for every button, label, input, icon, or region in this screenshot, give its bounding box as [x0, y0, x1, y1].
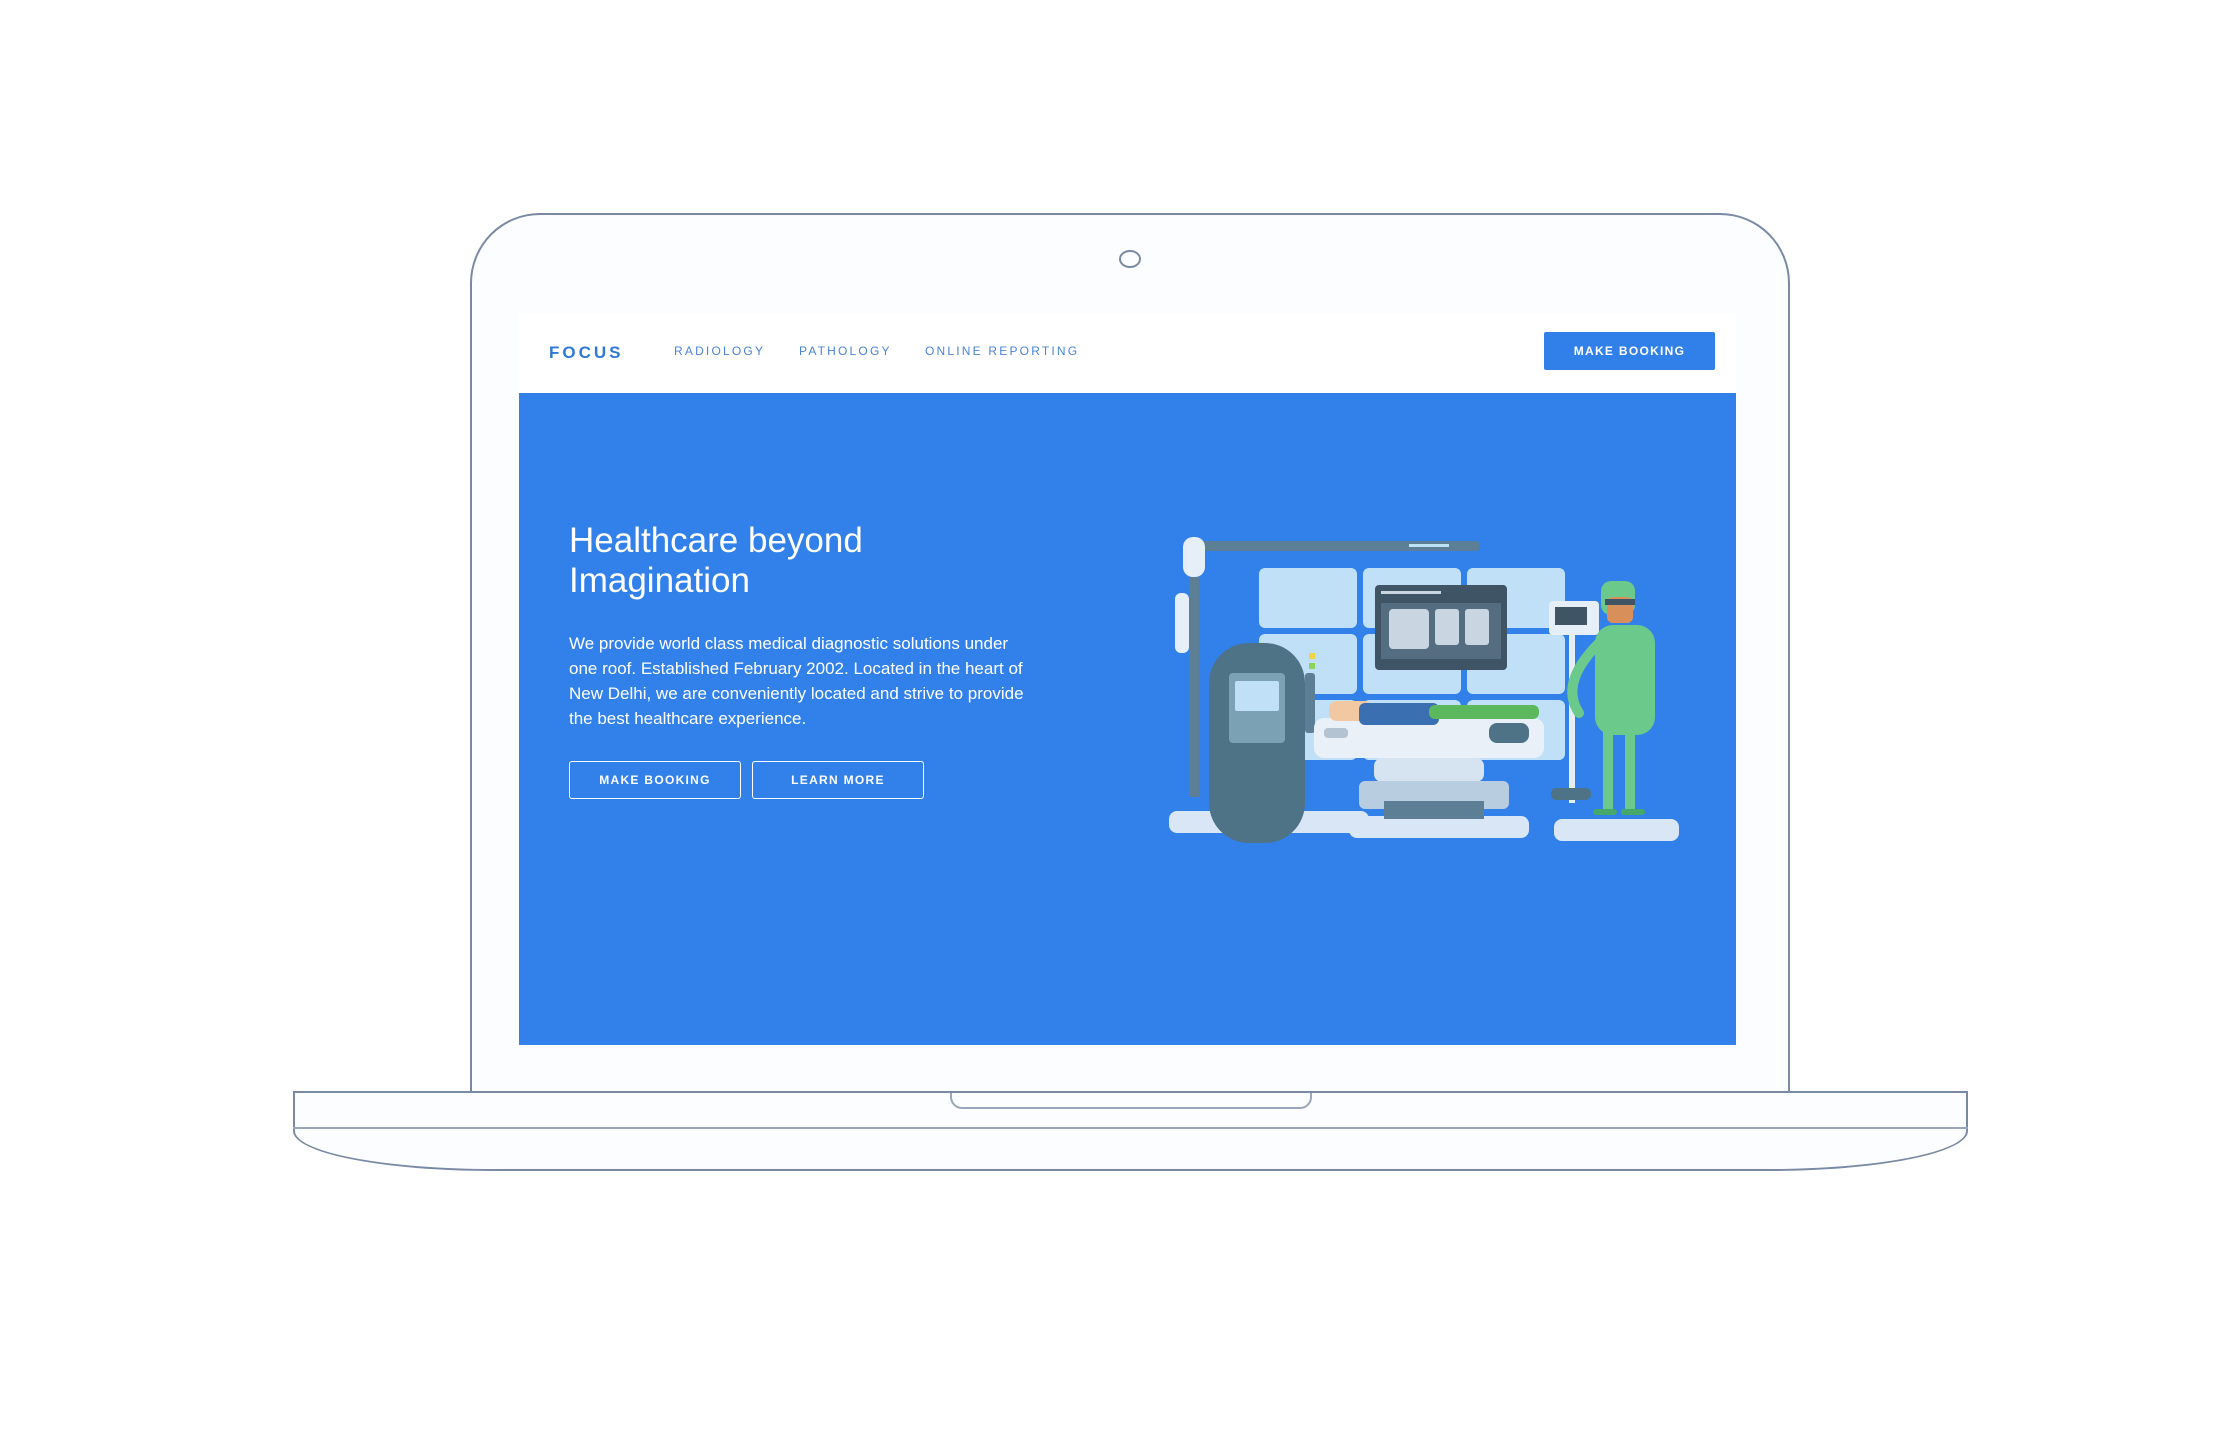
top-navbar: FOCUS RADIOLOGY PATHOLOGY ONLINE REPORTI… — [519, 313, 1736, 393]
hero-title: Healthcare beyond Imagination — [569, 521, 863, 600]
brand-logo[interactable]: FOCUS — [549, 343, 624, 363]
nav-link-pathology[interactable]: PATHOLOGY — [799, 344, 892, 358]
nav-make-booking-button[interactable]: MAKE BOOKING — [1544, 332, 1715, 370]
hero-learn-more-button[interactable]: LEARN MORE — [752, 761, 924, 799]
hero-description: We provide world class medical diagnosti… — [569, 634, 1024, 728]
laptop-base-divider — [293, 1127, 1968, 1129]
nav-link-online-reporting[interactable]: ONLINE REPORTING — [925, 344, 1079, 358]
browser-screen: FOCUS RADIOLOGY PATHOLOGY ONLINE REPORTI… — [519, 313, 1736, 1045]
nav-link-radiology[interactable]: RADIOLOGY — [674, 344, 765, 358]
hero-section: Healthcare beyond Imagination We provide… — [519, 393, 1736, 1045]
medical-scan-illustration — [1169, 537, 1679, 843]
webcam-icon — [1119, 250, 1141, 268]
laptop-notch — [950, 1093, 1312, 1109]
hero-make-booking-button[interactable]: MAKE BOOKING — [569, 761, 741, 799]
